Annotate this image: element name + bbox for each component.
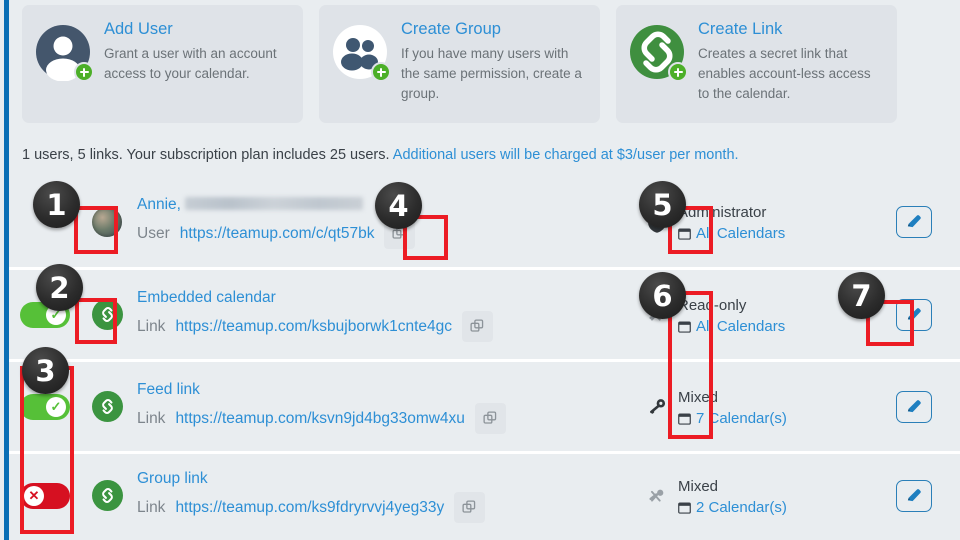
plus-badge-icon <box>74 62 94 82</box>
row-name-text: Annie, <box>137 196 181 213</box>
row-edit-slot <box>868 479 960 512</box>
card-title[interactable]: Create Link <box>698 19 883 39</box>
row-name[interactable]: Feed link <box>137 379 646 400</box>
annotation-badge-4: 4 <box>375 182 422 229</box>
copy-icon <box>483 411 497 424</box>
edit-button[interactable] <box>896 479 932 512</box>
row-edit-slot <box>868 390 960 423</box>
table-row: Annie, User https://teamup.com/c/qt57bk <box>9 176 960 267</box>
row-kind: User <box>137 224 170 242</box>
row-url-line: Link https://teamup.com/ksvn9jd4bg33omw4… <box>137 403 646 434</box>
row-permission-text-block: Mixed 2 Calendar(s) <box>678 476 787 516</box>
row-url[interactable]: https://teamup.com/ksvn9jd4bg33omw4xu <box>175 410 465 428</box>
users-and-links-page: Add User Grant a user with an account ac… <box>0 0 960 540</box>
copy-icon <box>470 319 484 332</box>
annotation-badge-6: 6 <box>639 272 686 319</box>
row-main: Feed link Link https://teamup.com/ksvn9j… <box>133 379 646 434</box>
highlight-link-icon-row2 <box>75 298 117 344</box>
edit-button[interactable] <box>896 205 932 238</box>
subscription-plain-text: 1 users, 5 links. Your subscription plan… <box>22 147 390 163</box>
row-permission-label: Mixed <box>678 477 719 495</box>
key-icon <box>646 395 668 419</box>
row-permission: Mixed 2 Calendar(s) <box>646 476 868 516</box>
card-title[interactable]: Add User <box>104 19 289 39</box>
highlight-avatar <box>74 206 118 254</box>
row-entity-icon-slot <box>81 480 133 511</box>
copy-url-button[interactable] <box>474 403 506 434</box>
copy-url-button[interactable] <box>454 492 486 523</box>
table-row: ✓ Feed link Link https://teamup.com/ksvn… <box>9 359 960 451</box>
annotation-badge-5: 5 <box>639 181 686 228</box>
row-name[interactable]: Embedded calendar <box>137 287 646 308</box>
edit-button[interactable] <box>896 390 932 423</box>
plus-badge-icon <box>668 62 688 82</box>
annotation-badge-3: 3 <box>22 347 69 394</box>
plus-badge-icon <box>371 62 391 82</box>
calendar-icon <box>678 501 691 514</box>
pencil-icon <box>907 489 921 502</box>
card-description: Creates a secret link that enables accou… <box>698 46 871 101</box>
table-row: ✕ Group link Link https://teamup.com/ks9… <box>9 451 960 537</box>
row-entity-icon-slot <box>81 391 133 422</box>
row-url-line: Link https://teamup.com/ks9fdryrvvj4yeg3… <box>137 492 646 523</box>
group-add-icon <box>331 23 391 82</box>
link-icon[interactable] <box>91 391 123 422</box>
row-calendars-label: 2 Calendar(s) <box>696 498 787 516</box>
row-url[interactable]: https://teamup.com/ks9fdryrvvj4yeg33y <box>175 499 444 517</box>
row-edit-slot <box>868 205 960 238</box>
row-url-line: Link https://teamup.com/ksbujborwk1cnte4… <box>137 311 646 342</box>
row-main: Group link Link https://teamup.com/ks9fd… <box>133 468 646 523</box>
copy-url-button[interactable] <box>462 311 493 342</box>
card-title[interactable]: Create Group <box>401 19 586 39</box>
row-kind: Link <box>137 498 166 516</box>
annotation-badge-2: 2 <box>36 264 83 311</box>
pencil-icon <box>907 400 921 413</box>
row-kind: Link <box>137 317 166 335</box>
copy-icon <box>462 500 476 513</box>
user-add-icon <box>34 23 94 82</box>
card-description: If you have many users with the same per… <box>401 46 582 101</box>
link-icon[interactable] <box>91 480 123 511</box>
key-disabled-icon <box>646 484 668 508</box>
subscription-summary: 1 users, 5 links. Your subscription plan… <box>22 147 739 163</box>
row-calendars[interactable]: 2 Calendar(s) <box>678 499 787 516</box>
pencil-icon <box>907 215 921 228</box>
additional-users-link[interactable]: Additional users will be charged at $3/u… <box>393 147 739 163</box>
row-kind: Link <box>137 409 166 427</box>
card-create-group[interactable]: Create Group If you have many users with… <box>319 5 600 123</box>
annotation-badge-7: 7 <box>838 272 885 319</box>
access-list: Annie, User https://teamup.com/c/qt57bk <box>9 176 960 537</box>
link-add-icon <box>628 23 688 82</box>
action-cards: Add User Grant a user with an account ac… <box>22 5 897 123</box>
redacted-email <box>184 197 363 210</box>
annotation-badge-1: 1 <box>33 181 80 228</box>
row-url[interactable]: https://teamup.com/c/qt57bk <box>180 225 375 243</box>
row-main: Embedded calendar Link https://teamup.co… <box>133 287 646 342</box>
card-create-link[interactable]: Create Link Creates a secret link that e… <box>616 5 897 123</box>
row-url[interactable]: https://teamup.com/ksbujborwk1cnte4gc <box>175 318 452 336</box>
card-add-user[interactable]: Add User Grant a user with an account ac… <box>22 5 303 123</box>
row-name[interactable]: Group link <box>137 468 646 489</box>
card-description: Grant a user with an account access to y… <box>104 46 277 81</box>
table-row: ✓ Embedded calendar Link https://teamup.… <box>9 267 960 359</box>
